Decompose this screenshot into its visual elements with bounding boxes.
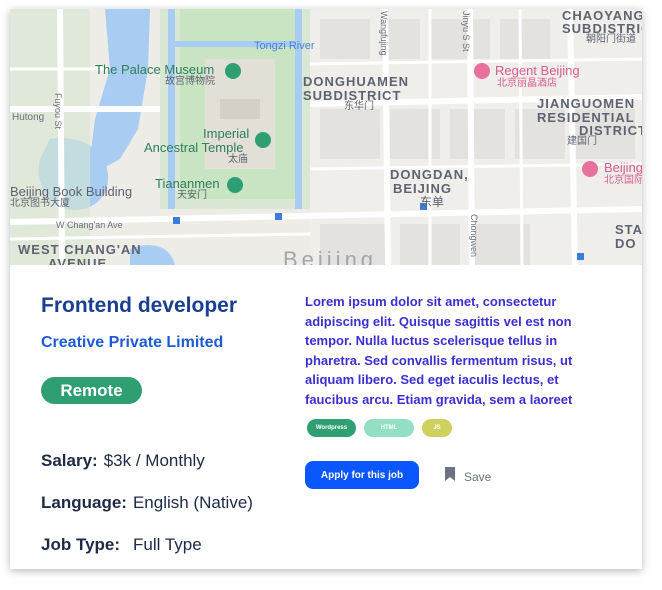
- location-map[interactable]: CHAOYANG SUBDISTRICT 朝阳门街道 Wangfujing Ji…: [10, 9, 642, 265]
- map-label-jianguomen: JIANGUOMEN: [537, 96, 636, 111]
- map-label-regent-cn: 北京丽晶酒店: [497, 78, 557, 89]
- map-label-dongdan-beijing: BEIJING: [393, 181, 453, 196]
- skill-tags: Wordpress HTML JS: [307, 419, 452, 437]
- map-label-west-changan: WEST CHANG'AN: [18, 242, 142, 257]
- map-label-sta: STA: [615, 222, 642, 237]
- salary-value: $3k / Monthly: [103, 451, 205, 470]
- map-label-imperial: Imperial: [203, 126, 250, 141]
- job-type-row: Job Type: Full Type: [41, 535, 202, 555]
- map-label-chaoyang-cn: 朝阳门街道: [586, 34, 636, 45]
- salary-label: Salary:: [41, 451, 98, 470]
- map-label-tiananmen: Tiananmen: [155, 176, 220, 191]
- map-label-west-changan-ave: AVENUE: [48, 256, 108, 265]
- map-label-donghuamen-cn: 东华门: [344, 101, 374, 112]
- map-label-changan: W Chang'an Ave: [56, 220, 123, 230]
- save-label: Save: [464, 469, 492, 484]
- map-label-tongzi-river: Tongzi River: [254, 40, 315, 52]
- map-label-palace-museum: The Palace Museum: [95, 62, 215, 77]
- salary-row: Salary: $3k / Monthly: [41, 451, 205, 471]
- language-row: Language: English (Native): [41, 493, 253, 513]
- tag-js[interactable]: JS: [422, 419, 452, 437]
- map-label-jianguomen-cn: 建国门: [567, 136, 597, 147]
- map-label-beijing-city: Beijing: [283, 247, 378, 266]
- map-label-fuyou: Fuyou St: [53, 93, 63, 130]
- tag-wordpress[interactable]: Wordpress: [307, 419, 356, 437]
- map-label-wangfujing: Wangfujing: [379, 11, 389, 56]
- language-value: English (Native): [132, 493, 253, 512]
- company-name: Creative Private Limited: [41, 334, 224, 351]
- map-label-tiananmen-cn: 天安门: [177, 190, 207, 201]
- map-label-book-building: Beijing Book Building: [10, 184, 133, 199]
- bookmark-icon: [444, 466, 456, 487]
- map-label-dongdan-cn: 东单: [420, 195, 445, 209]
- map-label-palace-museum-cn: 故宫博物院: [165, 76, 215, 87]
- map-label-book-building-cn: 北京图书大厦: [10, 198, 70, 209]
- map-label-hutong: Hutong: [12, 112, 45, 123]
- job-description: Lorem ipsum dolor sit amet, consectetur …: [305, 294, 573, 407]
- map-label-chongwen: Chongwen: [469, 214, 479, 258]
- job-type-value: Full Type: [133, 535, 202, 554]
- language-label: Language:: [41, 493, 127, 512]
- save-button[interactable]: Save: [444, 466, 491, 487]
- apply-button[interactable]: Apply for this job: [305, 461, 419, 489]
- map-label-imperial-cn: 太庙: [228, 154, 248, 165]
- map-label-beijing-hotel: Beijing: [604, 160, 642, 175]
- job-title: Frontend developer: [41, 294, 238, 317]
- job-card: CHAOYANG SUBDISTRICT 朝阳门街道 Wangfujing Ji…: [10, 9, 642, 569]
- job-type-label: Job Type:: [41, 535, 121, 554]
- map-label-dongdan: DONGDAN,: [390, 167, 469, 182]
- tag-html[interactable]: HTML: [364, 419, 414, 437]
- job-details: Frontend developer Creative Private Limi…: [10, 265, 642, 569]
- map-label-jinyu: Jinyu S St: [461, 11, 471, 52]
- map-label-beijing-hotel-cn: 北京国际: [604, 175, 642, 186]
- map-label-do: DO: [615, 236, 637, 251]
- map-label-regent: Regent Beijing: [495, 63, 580, 78]
- map-label-donghuamen: DONGHUAMEN: [303, 74, 410, 89]
- work-mode-badge: Remote: [41, 377, 142, 404]
- map-label-imperial-temple: Ancestral Temple: [144, 140, 244, 155]
